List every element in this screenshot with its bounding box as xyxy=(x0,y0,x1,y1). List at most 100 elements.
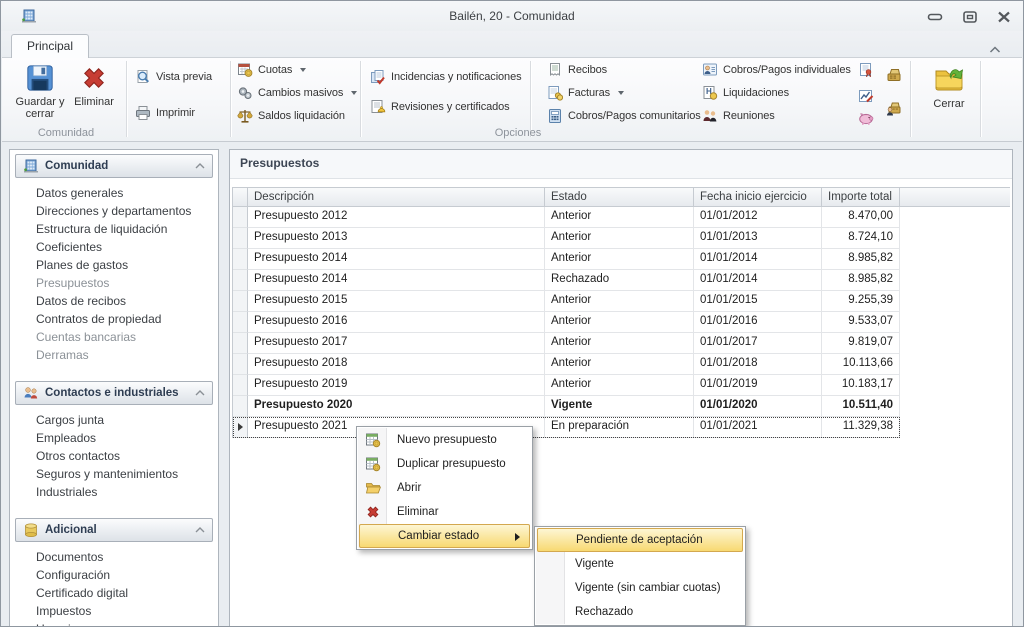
vista-previa-button[interactable]: Vista previa xyxy=(135,68,212,85)
table-row[interactable]: Presupuesto 2019 Anterior 01/01/2019 10.… xyxy=(233,375,1010,396)
menu-item-abrir[interactable]: Abrir xyxy=(358,476,531,500)
cell-descripcion[interactable]: Presupuesto 2013 xyxy=(248,228,545,249)
table-row[interactable]: Presupuesto 2015 Anterior 01/01/2015 9.2… xyxy=(233,291,1010,312)
cell-fecha[interactable]: 01/01/2021 xyxy=(694,417,822,438)
cell-estado[interactable]: Anterior xyxy=(545,249,694,270)
cell-estado[interactable]: Anterior xyxy=(545,375,694,396)
cell-fecha[interactable]: 01/01/2014 xyxy=(694,249,822,270)
cell-fecha[interactable]: 01/01/2014 xyxy=(694,270,822,291)
caja-persona-button[interactable] xyxy=(886,100,902,117)
delete-button[interactable]: Eliminar xyxy=(68,61,120,129)
table-row[interactable]: Presupuesto 2013 Anterior 01/01/2013 8.7… xyxy=(233,228,1010,249)
column-header-fecha[interactable]: Fecha inicio ejercicio xyxy=(694,188,822,206)
menu-item-cambiar-estado[interactable]: Cambiar estado xyxy=(359,524,530,548)
sidebar-item[interactable]: Configuración xyxy=(36,566,218,584)
certificado-button[interactable] xyxy=(858,61,874,78)
ahorro-button[interactable] xyxy=(858,109,874,126)
cell-descripcion[interactable]: Presupuesto 2012 xyxy=(248,207,545,228)
submenu-item-vigente[interactable]: Vigente xyxy=(536,552,744,576)
cell-fecha[interactable]: 01/01/2015 xyxy=(694,291,822,312)
sidebar-section-contactos[interactable]: Contactos e industriales xyxy=(15,381,213,405)
sidebar-item[interactable]: Documentos xyxy=(36,548,218,566)
cell-importe[interactable]: 8.985,82 xyxy=(822,249,900,270)
cell-estado[interactable]: Rechazado xyxy=(545,270,694,291)
sidebar-item[interactable]: Estructura de liquidación xyxy=(36,220,218,238)
cell-descripcion[interactable]: Presupuesto 2019 xyxy=(248,375,545,396)
cell-descripcion[interactable]: Presupuesto 2017 xyxy=(248,333,545,354)
cell-estado[interactable]: En preparación xyxy=(545,417,694,438)
table-row[interactable]: Presupuesto 2017 Anterior 01/01/2017 9.8… xyxy=(233,333,1010,354)
cell-fecha[interactable]: 01/01/2017 xyxy=(694,333,822,354)
table-row[interactable]: Presupuesto 2014 Rechazado 01/01/2014 8.… xyxy=(233,270,1010,291)
sidebar-section-adicional[interactable]: Adicional xyxy=(15,518,213,542)
chevron-up-icon[interactable] xyxy=(195,524,205,536)
minimize-button[interactable] xyxy=(927,10,943,28)
restore-button[interactable] xyxy=(963,10,977,28)
chevron-up-icon[interactable] xyxy=(195,160,205,172)
table-row[interactable]: Presupuesto 2020 Vigente 01/01/2020 10.5… xyxy=(233,396,1010,417)
cell-importe[interactable]: 8.985,82 xyxy=(822,270,900,291)
caja-button[interactable] xyxy=(886,66,902,83)
sidebar-item[interactable]: Industriales xyxy=(36,483,218,501)
saldos-liquidacion-button[interactable]: Saldos liquidación xyxy=(237,107,345,124)
revisiones-button[interactable]: Revisiones y certificados xyxy=(370,98,510,115)
cell-estado[interactable]: Anterior xyxy=(545,228,694,249)
cell-fecha[interactable]: 01/01/2019 xyxy=(694,375,822,396)
cell-fecha[interactable]: 01/01/2020 xyxy=(694,396,822,417)
facturas-button[interactable]: Facturas xyxy=(547,84,624,101)
sidebar-item[interactable]: Datos de recibos xyxy=(36,292,218,310)
ribbon-collapse-chevron-icon[interactable] xyxy=(989,40,1001,58)
column-header-descripcion[interactable]: Descripción xyxy=(248,188,545,206)
menu-item-eliminar[interactable]: Eliminar xyxy=(358,500,531,524)
tab-principal[interactable]: Principal xyxy=(11,34,89,58)
cell-descripcion[interactable]: Presupuesto 2016 xyxy=(248,312,545,333)
submenu-item-rechazado[interactable]: Rechazado xyxy=(536,600,744,624)
cell-descripcion[interactable]: Presupuesto 2015 xyxy=(248,291,545,312)
cell-fecha[interactable]: 01/01/2013 xyxy=(694,228,822,249)
informes-button[interactable] xyxy=(858,87,874,104)
incidencias-button[interactable]: Incidencias y notificaciones xyxy=(370,68,522,85)
table-row[interactable]: Presupuesto 2016 Anterior 01/01/2016 9.5… xyxy=(233,312,1010,333)
submenu-item-vigente-sin-cuotas[interactable]: Vigente (sin cambiar cuotas) xyxy=(536,576,744,600)
sidebar-item[interactable]: Presupuestos xyxy=(36,274,218,292)
chevron-up-icon[interactable] xyxy=(195,387,205,399)
sidebar-item[interactable]: Planes de gastos xyxy=(36,256,218,274)
sidebar-item[interactable]: Certificado digital xyxy=(36,584,218,602)
cell-importe[interactable]: 9.533,07 xyxy=(822,312,900,333)
table-row[interactable]: Presupuesto 2018 Anterior 01/01/2018 10.… xyxy=(233,354,1010,375)
cobros-comunitarios-button[interactable]: Cobros/Pagos comunitarios xyxy=(547,107,701,124)
liquidaciones-button[interactable]: H Liquidaciones xyxy=(702,84,789,101)
column-header-importe[interactable]: Importe total xyxy=(822,188,900,206)
recibos-button[interactable]: Recibos xyxy=(547,61,607,78)
sidebar-item[interactable]: Direcciones y departamentos xyxy=(36,202,218,220)
sidebar-item[interactable]: Coeficientes xyxy=(36,238,218,256)
sidebar-item[interactable]: Cuentas bancarias xyxy=(36,328,218,346)
reuniones-button[interactable]: Reuniones xyxy=(702,107,775,124)
sidebar-item[interactable]: Otros contactos xyxy=(36,447,218,465)
sidebar-item[interactable]: Seguros y mantenimientos xyxy=(36,465,218,483)
cell-importe[interactable]: 8.470,00 xyxy=(822,207,900,228)
cell-estado[interactable]: Anterior xyxy=(545,354,694,375)
sidebar-section-comunidad[interactable]: Comunidad xyxy=(15,154,213,178)
cuotas-button[interactable]: Cuotas xyxy=(237,61,306,78)
cell-descripcion[interactable]: Presupuesto 2014 xyxy=(248,270,545,291)
sidebar-item[interactable]: Contratos de propiedad xyxy=(36,310,218,328)
cell-importe[interactable]: 11.329,38 xyxy=(822,417,900,438)
cell-fecha[interactable]: 01/01/2016 xyxy=(694,312,822,333)
sidebar-item[interactable]: Datos generales xyxy=(36,184,218,202)
table-row[interactable]: Presupuesto 2014 Anterior 01/01/2014 8.9… xyxy=(233,249,1010,270)
imprimir-button[interactable]: Imprimir xyxy=(135,104,195,121)
cobros-individuales-button[interactable]: Cobros/Pagos individuales xyxy=(702,61,851,78)
cell-fecha[interactable]: 01/01/2018 xyxy=(694,354,822,375)
cell-importe[interactable]: 9.819,07 xyxy=(822,333,900,354)
cell-estado[interactable]: Anterior xyxy=(545,312,694,333)
cell-descripcion[interactable]: Presupuesto 2020 xyxy=(248,396,545,417)
cell-importe[interactable]: 10.113,66 xyxy=(822,354,900,375)
cell-estado[interactable]: Anterior xyxy=(545,333,694,354)
sidebar-item[interactable]: Cargos junta xyxy=(36,411,218,429)
cell-importe[interactable]: 10.183,17 xyxy=(822,375,900,396)
cambios-masivos-button[interactable]: Cambios masivos xyxy=(237,84,357,101)
cell-descripcion[interactable]: Presupuesto 2014 xyxy=(248,249,545,270)
save-close-button[interactable]: Guardar y cerrar xyxy=(14,61,66,129)
sidebar-item[interactable]: Derramas xyxy=(36,346,218,364)
